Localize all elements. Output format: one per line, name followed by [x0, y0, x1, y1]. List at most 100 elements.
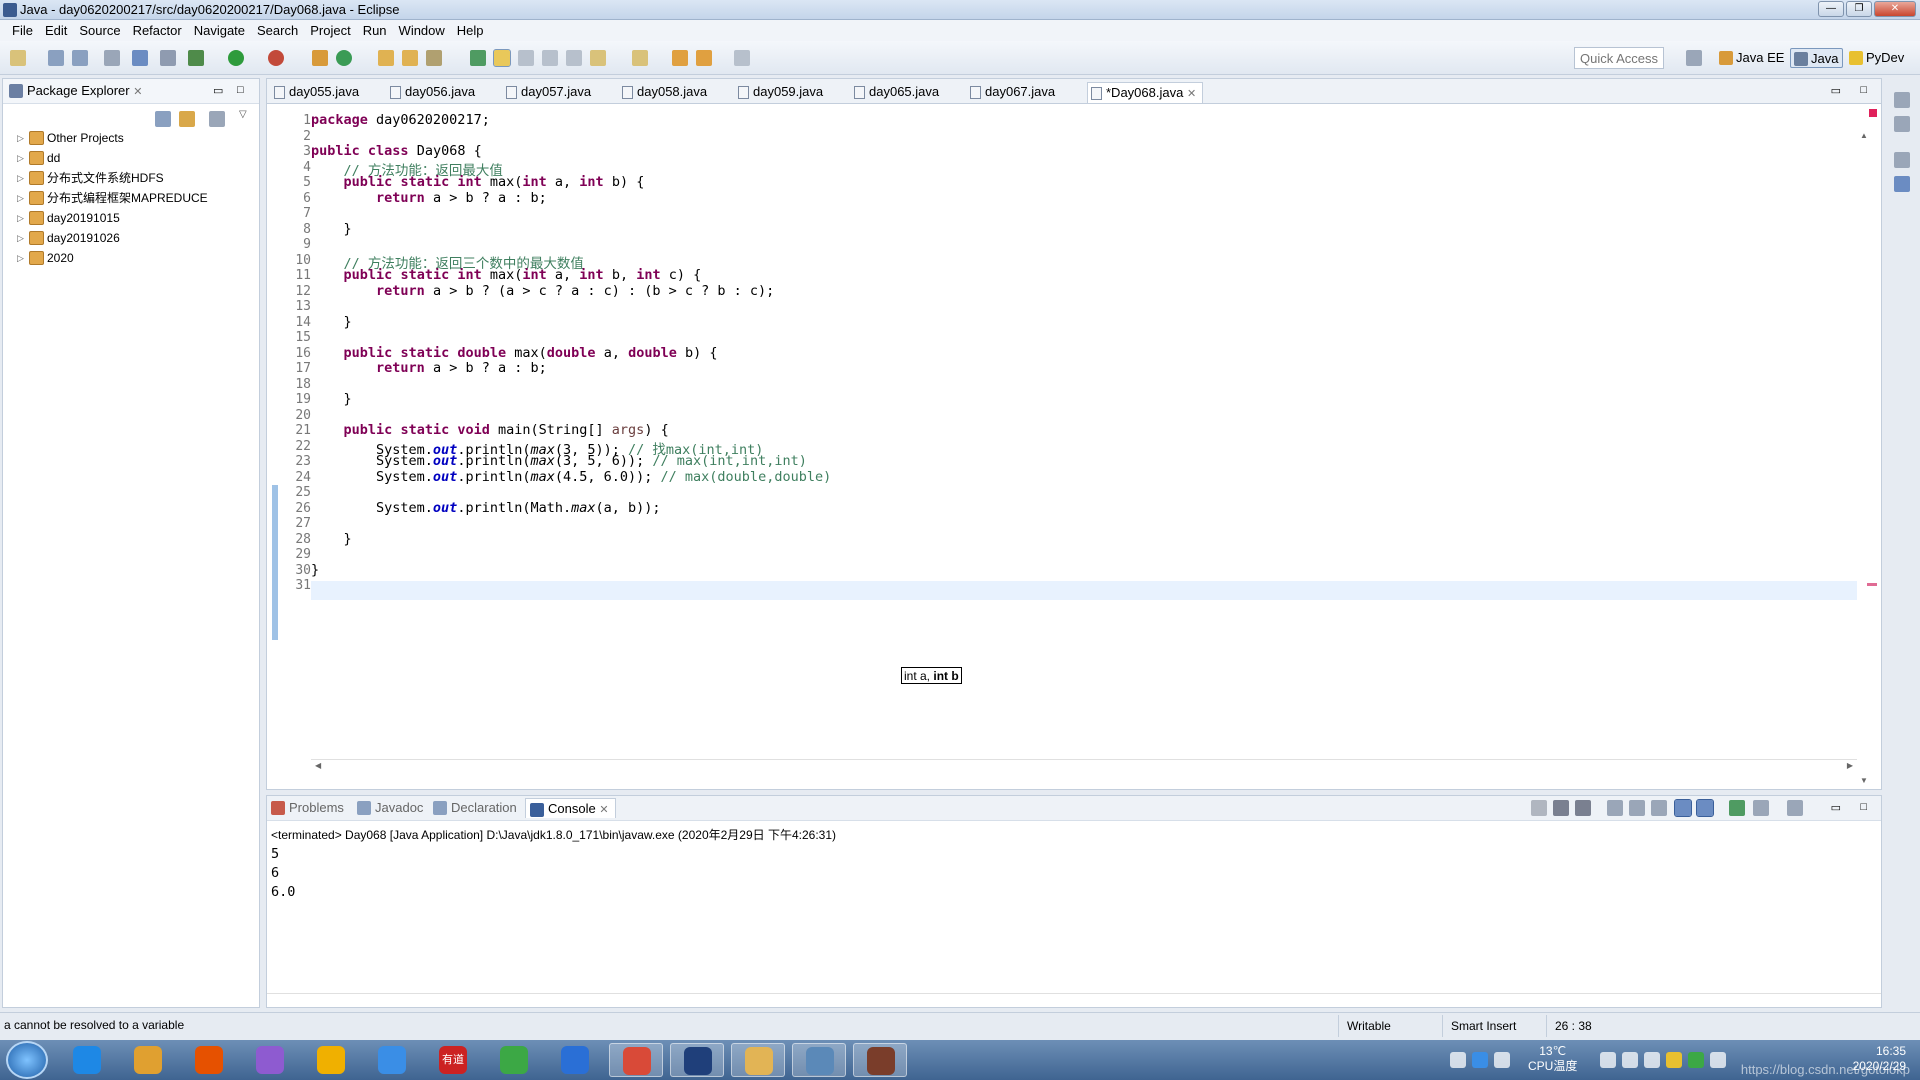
- tab-declaration[interactable]: Declaration: [433, 800, 517, 815]
- display-console-icon[interactable]: [1753, 800, 1769, 816]
- save-all-icon[interactable]: [72, 50, 88, 66]
- tray-expand-icon[interactable]: [1494, 1052, 1510, 1068]
- code-line[interactable]: public class Day068 {: [311, 143, 482, 159]
- code-line[interactable]: }: [311, 391, 352, 407]
- menu-refactor[interactable]: Refactor: [127, 23, 188, 38]
- toggle-highlight-icon[interactable]: [493, 49, 511, 67]
- previous-annotation-icon[interactable]: [632, 50, 648, 66]
- tab-console[interactable]: Console ✕: [525, 798, 616, 818]
- tray-app-icon[interactable]: [1622, 1052, 1638, 1068]
- code-line[interactable]: public static int max(int a, int b, int …: [311, 267, 702, 283]
- tree-item[interactable]: ▷ day20191015: [17, 209, 120, 227]
- open-task-icon[interactable]: [402, 50, 418, 66]
- show-whitespace-icon[interactable]: [518, 50, 534, 66]
- menu-file[interactable]: File: [6, 23, 39, 38]
- taskbar-app[interactable]: [548, 1043, 602, 1077]
- code-line[interactable]: public static void main(String[] args) {: [311, 422, 669, 438]
- tree-item[interactable]: ▷ 分布式编程框架MAPREDUCE: [17, 189, 208, 207]
- editor-tab[interactable]: day057.java: [503, 82, 597, 103]
- close-icon[interactable]: ✕: [133, 86, 142, 98]
- expand-arrow-icon[interactable]: ▷: [17, 189, 24, 207]
- scroll-lock-icon[interactable]: [1629, 800, 1645, 816]
- tab-javadoc[interactable]: Javadoc: [357, 800, 423, 815]
- new-java-class-icon[interactable]: [336, 50, 352, 66]
- external-tools-icon[interactable]: [268, 50, 284, 66]
- tab-problems[interactable]: Problems: [271, 800, 344, 815]
- console-horizontal-scrollbar[interactable]: [267, 993, 1881, 1007]
- editor-tab[interactable]: day058.java: [619, 82, 713, 103]
- outline-icon[interactable]: [1894, 176, 1910, 192]
- code-line[interactable]: }: [311, 562, 319, 578]
- volume-icon[interactable]: [1710, 1052, 1726, 1068]
- error-overview-icon[interactable]: [1869, 109, 1877, 117]
- word-wrap-icon[interactable]: [1651, 800, 1667, 816]
- tray-app-icon[interactable]: [1688, 1052, 1704, 1068]
- restore-icon[interactable]: [1894, 92, 1910, 108]
- perspective-java-ee[interactable]: Java EE: [1716, 48, 1788, 68]
- code-line[interactable]: return a > b ? a : b;: [311, 360, 547, 376]
- scroll-down-icon[interactable]: ▼: [1860, 776, 1868, 785]
- taskbar-app[interactable]: [60, 1043, 114, 1077]
- network-icon[interactable]: [1644, 1052, 1660, 1068]
- code-line[interactable]: }: [311, 531, 352, 547]
- back-icon[interactable]: [696, 50, 712, 66]
- taskbar-app[interactable]: [609, 1043, 663, 1077]
- menu-help[interactable]: Help: [451, 23, 490, 38]
- code-line[interactable]: System.out.println(max(3, 5, 6)); // max…: [311, 453, 807, 469]
- debug-icon[interactable]: [188, 50, 204, 66]
- terminal-icon[interactable]: [132, 50, 148, 66]
- show-source-icon[interactable]: [566, 50, 582, 66]
- code-line[interactable]: public static int max(int a, int b) {: [311, 174, 645, 190]
- view-menu-icon[interactable]: [209, 111, 225, 127]
- editor-tab[interactable]: day056.java: [387, 82, 481, 103]
- taskbar-app[interactable]: [365, 1043, 419, 1077]
- clock[interactable]: 16:35 2020/2/29: [1853, 1044, 1906, 1074]
- code-editor[interactable]: 1 package day0620200217; 2 3 public class Da…: [267, 105, 1881, 785]
- minimize-button[interactable]: —: [1818, 1, 1844, 17]
- quick-access-input[interactable]: [1574, 47, 1664, 69]
- next-annotation-icon[interactable]: [590, 50, 606, 66]
- taskbar-app[interactable]: [243, 1043, 297, 1077]
- open-perspective-icon[interactable]: [1686, 50, 1702, 66]
- code-line[interactable]: System.out.println(Math.max(a, b));: [311, 500, 661, 516]
- expand-arrow-icon[interactable]: ▷: [17, 129, 24, 147]
- tree-item[interactable]: ▷ Other Projects: [17, 129, 124, 147]
- link-with-editor-icon[interactable]: [179, 111, 195, 127]
- expand-arrow-icon[interactable]: ▷: [17, 209, 24, 227]
- minimize-view-icon[interactable]: ▭: [1831, 801, 1841, 814]
- editor-tab[interactable]: day067.java: [967, 82, 1061, 103]
- code-line[interactable]: public static double max(double a, doubl…: [311, 345, 718, 361]
- package-explorer-tab[interactable]: Package Explorer ✕: [7, 83, 142, 98]
- close-icon[interactable]: ✕: [1187, 88, 1196, 100]
- editor-tab[interactable]: day055.java: [271, 82, 365, 103]
- close-button[interactable]: ✕: [1874, 1, 1916, 17]
- error-marker[interactable]: [1867, 583, 1877, 586]
- minimize-view-icon[interactable]: ▭: [213, 84, 223, 97]
- code-line[interactable]: }: [311, 221, 352, 237]
- toggle-mark-occurrences-icon[interactable]: [470, 50, 486, 66]
- print-icon[interactable]: [104, 50, 120, 66]
- new-java-package-icon[interactable]: [312, 50, 328, 66]
- editor-horizontal-scrollbar[interactable]: ◀ ▶: [311, 759, 1857, 773]
- perspective-pydev[interactable]: PyDev: [1846, 48, 1908, 68]
- task-list-icon[interactable]: [1894, 116, 1910, 132]
- perspective-java[interactable]: Java: [1790, 48, 1844, 68]
- taskbar-app[interactable]: [182, 1043, 236, 1077]
- help-icon[interactable]: [1472, 1052, 1488, 1068]
- console-vertical-scrollbar[interactable]: [1865, 842, 1877, 992]
- maximize-view-icon[interactable]: □: [237, 84, 244, 96]
- forward-icon[interactable]: [734, 50, 750, 66]
- chevron-down-icon[interactable]: ▽: [239, 109, 247, 120]
- show-on-stderr-icon[interactable]: [1696, 799, 1714, 817]
- restore-icon[interactable]: [1894, 152, 1910, 168]
- taskbar-app[interactable]: [670, 1043, 724, 1077]
- expand-arrow-icon[interactable]: ▷: [17, 149, 24, 167]
- code-line[interactable]: System.out.println(max(4.5, 6.0)); // ma…: [311, 469, 831, 485]
- maximize-button[interactable]: ❐: [1846, 1, 1872, 17]
- pin-console-icon[interactable]: [1729, 800, 1745, 816]
- taskbar-app[interactable]: [853, 1043, 907, 1077]
- taskbar-app[interactable]: [121, 1043, 175, 1077]
- expand-arrow-icon[interactable]: ▷: [17, 249, 24, 267]
- terminate-icon[interactable]: [1531, 800, 1547, 816]
- last-edit-location-icon[interactable]: [672, 50, 688, 66]
